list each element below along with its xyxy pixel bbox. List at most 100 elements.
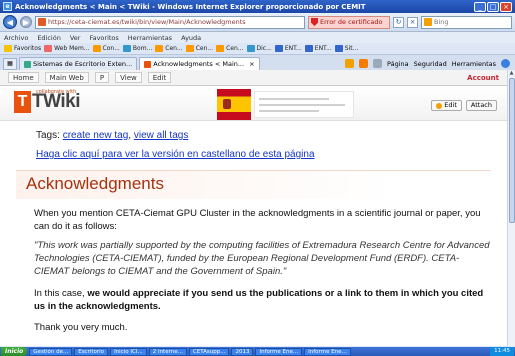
menu-ver[interactable]: Ver [70,34,81,42]
logo-tagline: collaborate with [36,89,77,95]
menu-edicion[interactable]: Edición [37,34,61,42]
certificate-error-text: Error de certificado [320,18,383,26]
castellano-link[interactable]: Haga clic aquí para ver la versión en ca… [36,149,315,160]
intro-paragraph: When you mention CETA-Ciemat GPU Cluster… [34,208,481,232]
favorite-item[interactable]: Bom... [122,45,152,52]
account-menu[interactable]: Account [467,74,499,82]
favorite-item[interactable]: ENT... [274,45,302,52]
ie-icon: e [3,2,12,11]
edit-buttons: Edit Attach [431,100,497,111]
taskbar-item[interactable]: Escritorio [74,347,109,356]
address-text: https://ceta-ciemat.es/twiki/bin/view/Ma… [48,18,246,26]
menu-bar: Archivo Edición Ver Favoritos Herramient… [0,32,515,43]
favorite-icon [185,45,194,52]
twiki-view-link[interactable]: View [115,72,142,83]
certificate-error-badge[interactable]: Error de certificado [308,15,390,29]
cmd-pagina[interactable]: Página [387,60,409,68]
scroll-up-icon[interactable]: ▲ [508,70,515,77]
taskbar-item[interactable]: Informe Ene... [255,347,303,356]
help-icon[interactable] [501,59,510,68]
favorite-icon [44,45,53,52]
maximize-button[interactable]: □ [487,1,499,12]
search-placeholder: Bing [434,18,449,26]
tab-label: Acknowledgments < Main... [153,60,245,68]
vertical-scrollbar[interactable]: ▲ [507,70,515,346]
minimize-button[interactable]: _ [474,1,486,12]
edit-label: Edit [444,101,457,109]
taskbar-item[interactable]: CETAsupp... [188,347,230,356]
favorite-label: Web Mem... [54,45,90,52]
cmd-seguridad[interactable]: Seguridad [414,60,447,68]
taskbar-item[interactable]: 2 Interne... [148,347,187,356]
favorite-item[interactable]: Dic... [246,45,272,52]
cmd-herramientas[interactable]: Herramientas [452,60,496,68]
ciemat-logo-image [254,91,354,118]
menu-ayuda[interactable]: Ayuda [181,34,201,42]
address-toolbar: ◀ ▶ https://ceta-ciemat.es/twiki/bin/vie… [0,13,515,32]
edit-button[interactable]: Edit [431,100,462,111]
view-tags-link[interactable]: view all tags [134,130,188,141]
taskbar-item[interactable]: 2013 [231,347,254,356]
taskbar-item[interactable]: Inicio ICI... [110,347,147,356]
attach-button[interactable]: Attach [465,100,497,111]
tab-favicon-icon [24,60,31,68]
favorite-icon [274,45,283,52]
print-icon[interactable] [372,59,382,68]
citation-paragraph: "This work was partially supported by th… [34,240,490,277]
system-tray-clock: 11:45 [490,347,514,356]
favorite-label: Dic... [256,45,272,52]
window-titlebar: e Acknowledgments < Main < TWiki - Windo… [0,0,515,13]
start-button[interactable]: Inicio [1,347,28,356]
back-button[interactable]: ◀ [3,15,17,29]
menu-herramientas[interactable]: Herramientas [128,34,172,42]
tags-line: Tags: create new tag, view all tags [36,130,188,141]
crest-icon [223,99,231,109]
twiki-edit-link[interactable]: Edit [147,72,172,83]
edit-icon [436,102,443,109]
favorite-item[interactable]: Cen... [155,45,183,52]
forward-button[interactable]: ▶ [20,16,32,28]
taskbar-item[interactable]: Gestión de... [29,347,73,356]
twiki-banner: collaborate with T TWiki Edit Attach [0,87,507,121]
page-content: Home Main Web P View Edit Account collab… [0,70,507,346]
favorite-item[interactable]: ENT... [304,45,332,52]
favorite-item[interactable]: Cen... [185,45,213,52]
tab-close-icon[interactable]: × [249,60,254,68]
twiki-home-link[interactable]: Home [8,72,39,83]
favorite-item[interactable]: Con... [92,45,120,52]
favorite-item[interactable]: Web Mem... [44,45,90,52]
close-button[interactable]: × [500,1,512,12]
twiki-logo[interactable]: collaborate with T TWiki [14,89,81,113]
quick-tabs-icon[interactable]: ▦ [3,58,17,70]
home-icon[interactable] [344,59,354,68]
favorite-item[interactable]: Cen... [216,45,244,52]
logo-line [259,98,329,100]
menu-favoritos[interactable]: Favoritos [89,34,118,42]
command-bar: Página Seguridad Herramientas [344,57,512,70]
address-input[interactable]: https://ceta-ciemat.es/twiki/bin/view/Ma… [35,15,305,29]
refresh-icon[interactable]: ↻ [393,16,404,28]
twiki-web-link[interactable]: Main Web [44,72,89,83]
tab-bar: ▦ Sistemas de Escritorio Exten... Acknow… [0,55,515,70]
favorite-icon [92,45,101,52]
attach-label: Attach [470,101,492,109]
favorites-bar: Favoritos Web Mem... Con... Bom... Cen..… [0,43,515,55]
create-tag-link[interactable]: create new tag [63,130,129,141]
favorite-icon [304,45,313,52]
favorite-item[interactable]: Sit... [334,45,358,52]
favorites-button[interactable]: Favoritos [4,45,41,52]
feeds-icon[interactable] [358,59,368,68]
tab-label: Sistemas de Escritorio Exten... [33,60,133,68]
tab-escritorio[interactable]: Sistemas de Escritorio Exten... [19,57,138,70]
favorite-icon [216,45,225,52]
taskbar-item[interactable]: Informe Ene... [304,347,351,356]
search-input[interactable]: Bing [421,15,512,29]
tab-acknowledgments[interactable]: Acknowledgments < Main... × [139,57,260,70]
logo-line [259,104,345,106]
menu-archivo[interactable]: Archivo [4,34,28,42]
stop-icon[interactable]: × [407,16,418,28]
tags-label: Tags: [36,130,60,141]
scroll-thumb[interactable] [509,78,515,223]
twiki-p-link[interactable]: P [94,72,110,83]
logo-line [259,110,319,112]
